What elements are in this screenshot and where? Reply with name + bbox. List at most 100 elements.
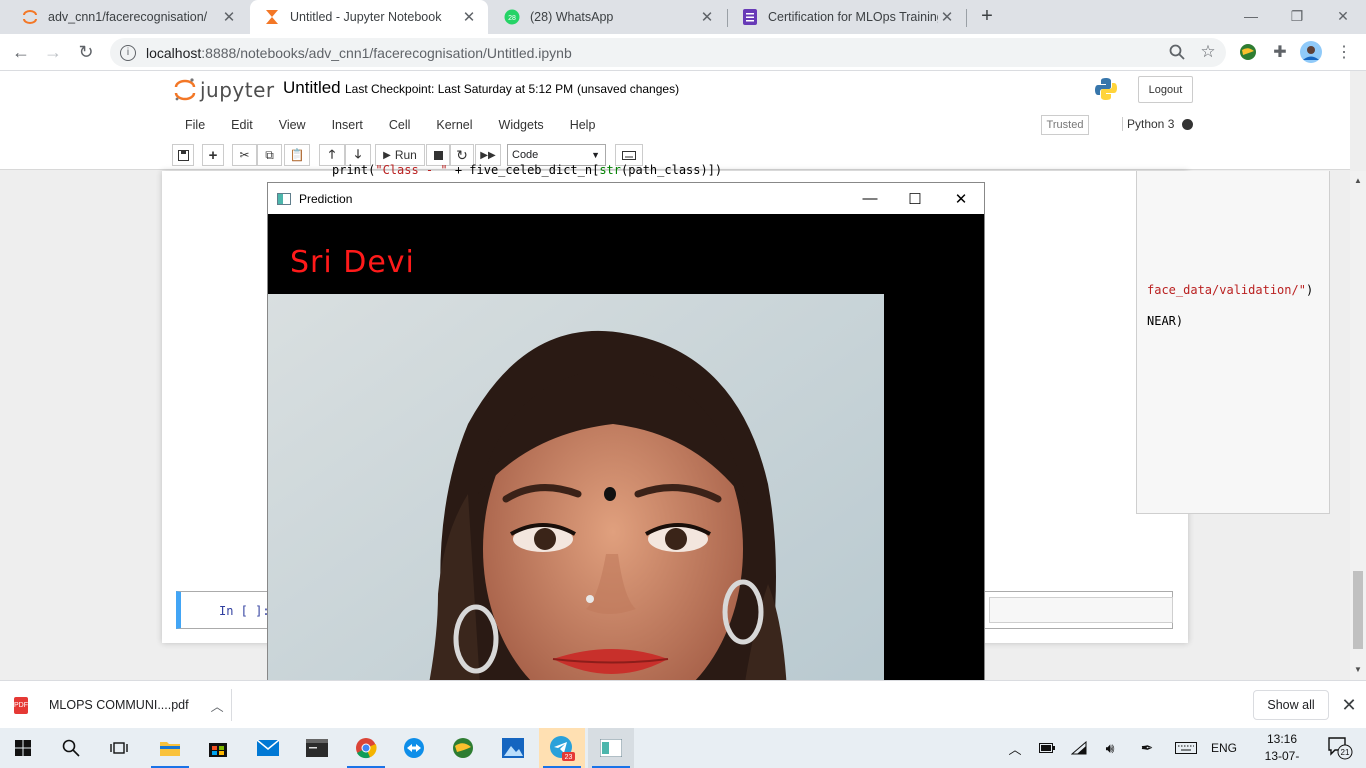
jupyter-logo[interactable]: jupyter: [174, 77, 275, 103]
extensions-puzzle-icon[interactable]: ✚: [1269, 41, 1291, 63]
checkpoint-status: Last Checkpoint: Last Saturday at 5:12 P…: [345, 82, 574, 96]
cut-icon[interactable]: ✂: [232, 144, 257, 166]
store-icon[interactable]: [195, 728, 241, 768]
copy-icon[interactable]: ⧉: [257, 144, 282, 166]
download-item[interactable]: PDF MLOPS COMMUNI....pdf ︿: [14, 689, 224, 721]
task-view-icon[interactable]: [96, 728, 142, 768]
clock-date: 13-07-2020: [1264, 749, 1300, 768]
close-icon[interactable]: ✕: [938, 183, 984, 214]
scrollbar-thumb[interactable]: [1353, 571, 1363, 649]
whatsapp-icon: 28: [504, 9, 520, 25]
menu-help[interactable]: Help: [557, 111, 609, 139]
notebook-name[interactable]: Untitled: [283, 78, 341, 98]
code-token: (path_class)]): [621, 163, 723, 177]
chevron-up-icon[interactable]: ︿: [1003, 728, 1027, 768]
menu-insert[interactable]: Insert: [319, 111, 376, 139]
menu-view[interactable]: View: [266, 111, 319, 139]
logout-button[interactable]: Logout: [1138, 76, 1193, 103]
battery-icon[interactable]: [1036, 728, 1058, 768]
chrome-icon[interactable]: [343, 728, 389, 768]
prediction-titlebar[interactable]: Prediction — ☐ ✕: [268, 183, 984, 214]
close-icon[interactable]: ✕: [460, 8, 478, 26]
python-logo-icon: [1095, 78, 1117, 100]
tab-facerecognisation[interactable]: adv_cnn1/facerecognisation/ ✕: [8, 0, 248, 34]
tab-title: adv_cnn1/facerecognisation/: [48, 10, 208, 24]
system-clock[interactable]: 13:16 13-07-2020: [1253, 731, 1311, 768]
menu-edit[interactable]: Edit: [218, 111, 266, 139]
prediction-window: Prediction — ☐ ✕ Sri Devi: [267, 182, 985, 728]
save-icon[interactable]: [172, 144, 194, 166]
browser-tabstrip: adv_cnn1/facerecognisation/ ✕ Untitled -…: [0, 0, 1366, 34]
windows-start-icon[interactable]: [0, 728, 46, 768]
tab-divider: [966, 9, 967, 27]
menu-kernel[interactable]: Kernel: [423, 111, 485, 139]
keyboard-icon[interactable]: [1172, 728, 1200, 768]
scroll-up-icon[interactable]: ▲: [1354, 176, 1362, 185]
paste-icon[interactable]: 📋: [284, 144, 310, 166]
trusted-indicator[interactable]: Trusted: [1041, 115, 1089, 135]
tab-untitled-notebook[interactable]: Untitled - Jupyter Notebook ✕: [250, 0, 488, 34]
menu-file[interactable]: File: [172, 111, 218, 139]
telegram-icon[interactable]: 23: [539, 728, 585, 768]
file-explorer-icon[interactable]: [147, 728, 193, 768]
hourglass-icon: [264, 9, 280, 25]
globe-app-icon[interactable]: [440, 728, 486, 768]
back-icon[interactable]: ←: [8, 39, 34, 65]
shelf-divider: [231, 689, 232, 721]
forward-icon[interactable]: →: [40, 39, 66, 65]
chrome-menu-icon[interactable]: ⋮: [1333, 41, 1355, 63]
close-icon[interactable]: ✕: [698, 8, 716, 26]
close-window-icon[interactable]: ✕: [1320, 0, 1366, 32]
volume-icon[interactable]: 🔊︎: [1099, 728, 1121, 768]
notification-center-icon[interactable]: 21: [1320, 728, 1360, 768]
url-path: :8888/notebooks/adv_cnn1/facerecognisati…: [201, 44, 572, 61]
menu-widgets[interactable]: Widgets: [486, 111, 557, 139]
autosave-status: (unsaved changes): [577, 82, 680, 96]
show-all-button[interactable]: Show all: [1253, 690, 1329, 720]
cell-input-area[interactable]: [989, 597, 1173, 623]
tab-mlops-certification[interactable]: Certification for MLOps Training ✕: [728, 0, 966, 34]
scroll-down-icon[interactable]: ▼: [1354, 665, 1362, 674]
downloads-shelf: PDF MLOPS COMMUNI....pdf ︿ Show all ✕: [0, 680, 1366, 728]
close-icon[interactable]: ✕: [1338, 694, 1360, 716]
mail-icon[interactable]: [245, 728, 291, 768]
face-photo: [268, 294, 884, 727]
close-icon[interactable]: ✕: [220, 8, 238, 26]
run-label: Run: [394, 148, 417, 162]
maximize-icon[interactable]: ☐: [892, 183, 938, 214]
bookmark-star-icon[interactable]: ☆: [1197, 41, 1219, 63]
minimize-icon[interactable]: —: [1228, 0, 1274, 32]
python-window-icon[interactable]: [588, 728, 634, 768]
photos-icon[interactable]: [490, 728, 536, 768]
page-scrollbar[interactable]: ▲ ▼: [1350, 171, 1366, 680]
zoom-icon[interactable]: [1166, 41, 1188, 63]
code-cell-editor[interactable]: face_data/validation/") NEAR): [1136, 171, 1330, 514]
terminal-icon[interactable]: [294, 728, 340, 768]
close-icon[interactable]: ✕: [938, 8, 956, 26]
kernel-name: Python 3: [1127, 117, 1175, 131]
address-bar[interactable]: i localhost:8888/notebooks/adv_cnn1/face…: [110, 38, 1226, 67]
insert-cell-icon[interactable]: +: [202, 144, 224, 166]
search-icon[interactable]: [48, 728, 94, 768]
profile-avatar[interactable]: [1300, 41, 1322, 63]
minimize-icon[interactable]: —: [847, 183, 893, 214]
restore-icon[interactable]: ❐: [1274, 0, 1320, 32]
info-icon[interactable]: i: [120, 44, 136, 61]
new-tab-button[interactable]: +: [976, 5, 998, 27]
code-builtin: str: [599, 163, 622, 177]
svg-text:28: 28: [508, 15, 516, 22]
input-prompt: In [ ]:: [219, 604, 270, 618]
pen-ink-icon[interactable]: ✒︎: [1136, 728, 1158, 768]
teamviewer-icon[interactable]: [391, 728, 437, 768]
globe-extension-icon[interactable]: [1237, 41, 1259, 63]
reload-icon[interactable]: ↻: [73, 39, 99, 65]
code-string: "Class - ": [375, 163, 448, 177]
chevron-up-icon[interactable]: ︿: [211, 696, 224, 715]
code-token: + five_celeb_dict_n[: [447, 163, 600, 177]
forms-icon: [742, 9, 758, 25]
wifi-icon[interactable]: [1068, 728, 1090, 768]
portrait-image: [268, 294, 884, 727]
language-indicator[interactable]: ENG: [1206, 728, 1242, 768]
tab-whatsapp[interactable]: 28 (28) WhatsApp ✕: [490, 0, 726, 34]
menu-cell[interactable]: Cell: [376, 111, 424, 139]
